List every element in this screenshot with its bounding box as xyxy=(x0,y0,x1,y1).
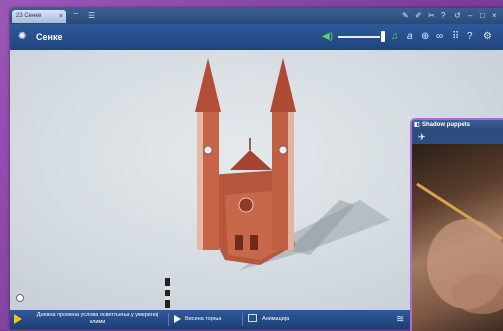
portal-right xyxy=(250,235,258,250)
popup-titlebar[interactable]: ◧ Shadow puppets xyxy=(412,120,503,131)
right-tower-trim xyxy=(288,110,294,250)
globe-icon[interactable]: ⊕ xyxy=(421,29,429,45)
grid-icon[interactable]: ⠿ xyxy=(452,29,459,45)
gear-icon[interactable]: ✺ xyxy=(18,29,26,45)
gnomon-stick xyxy=(165,278,170,308)
pen-icon[interactable]: ✎ xyxy=(402,10,409,22)
animation-button[interactable]: Анимација xyxy=(262,316,289,329)
text-icon[interactable]: a xyxy=(407,29,413,45)
pencil-icon[interactable]: ✐ xyxy=(415,10,422,22)
portal-left xyxy=(235,235,243,250)
layers-icon[interactable]: ≋ xyxy=(396,314,404,325)
popup-window-icon: ◧ xyxy=(414,122,420,128)
page-title: Сенке xyxy=(36,32,63,42)
tools-icon[interactable]: ✂ xyxy=(428,10,435,22)
dome xyxy=(230,150,272,170)
bird-icon[interactable]: ✈ xyxy=(418,132,426,143)
music-note-icon[interactable]: ♫ xyxy=(391,29,399,45)
right-spire xyxy=(270,58,296,112)
daily-change-button[interactable]: Дневна промена услова осветљења у умерен… xyxy=(30,312,165,329)
divider xyxy=(168,313,169,326)
left-clock-icon xyxy=(203,145,213,155)
help-icon[interactable]: ? xyxy=(441,10,445,22)
divider xyxy=(242,313,243,326)
link-icon[interactable]: ∞ xyxy=(436,29,443,45)
volume-slider-knob[interactable] xyxy=(381,31,385,42)
popup-title: Shadow puppets xyxy=(422,122,470,128)
settings-icon[interactable]: ⚙ xyxy=(483,29,492,45)
shadow-puppets-window: ◧ Shadow puppets ✈ xyxy=(410,118,503,331)
maximize-icon[interactable]: □ xyxy=(480,10,485,22)
close-icon[interactable]: × xyxy=(59,10,63,23)
right-clock-icon xyxy=(278,145,288,155)
tab-bar: 23 Сенке × ⌔ ☰ ✎ ✐ ✂ ? ↺ – □ × xyxy=(10,8,503,24)
tab-label: 23 Сенке xyxy=(16,13,42,19)
rose-window xyxy=(238,197,254,213)
film-icon[interactable] xyxy=(248,314,257,322)
scene-reset-dot[interactable] xyxy=(16,294,24,302)
play-icon[interactable] xyxy=(14,314,22,324)
speaker-icon[interactable]: ◀) xyxy=(322,29,333,45)
question-icon[interactable]: ? xyxy=(467,29,473,45)
popup-toolbar: ✈ xyxy=(412,131,503,144)
shadow-puppet-video[interactable] xyxy=(412,144,503,331)
left-spire xyxy=(195,58,221,112)
wifi-icon[interactable]: ⌔ xyxy=(72,10,80,22)
app-header: ✺ Сенке ◀) ♫ a ⊕ ∞ ⠿ ? ⚙ xyxy=(10,24,503,50)
minimize-icon[interactable]: – xyxy=(468,10,472,22)
window-close-icon[interactable]: × xyxy=(492,10,497,22)
volume-slider[interactable] xyxy=(338,36,380,38)
refresh-icon[interactable]: ↺ xyxy=(454,10,461,22)
menu-icon[interactable]: ☰ xyxy=(88,10,95,22)
tower-play-icon[interactable] xyxy=(174,315,181,323)
tab-senke[interactable]: 23 Сенке × xyxy=(12,10,66,23)
tower-height-button[interactable]: Висина торња xyxy=(185,316,221,329)
left-tower-trim xyxy=(197,110,203,250)
